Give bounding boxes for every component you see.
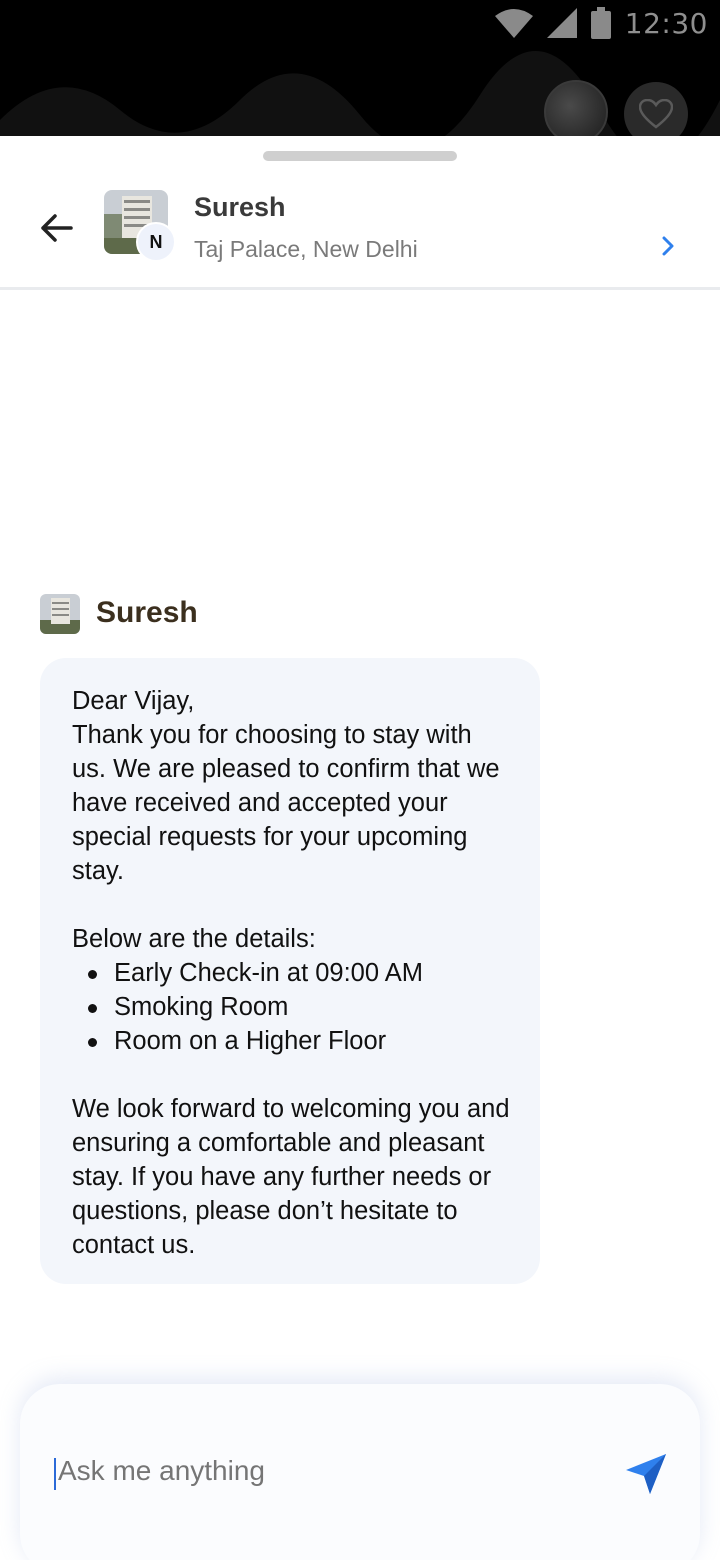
details-list: Early Check-in at 09:00 AM Smoking Room … <box>72 956 510 1058</box>
back-button[interactable] <box>32 204 80 252</box>
chat-header: N Suresh Taj Palace, New Delhi <box>0 176 720 290</box>
back-arrow-icon <box>41 214 73 242</box>
wifi-icon <box>494 9 533 38</box>
heart-icon <box>639 99 673 129</box>
profile-avatar[interactable] <box>544 80 608 136</box>
chevron-right-icon <box>662 236 674 256</box>
details-button[interactable] <box>656 234 680 258</box>
chat-sheet: N Suresh Taj Palace, New Delhi Suresh De… <box>0 136 720 1560</box>
background-foliage <box>0 50 720 136</box>
list-item: Early Check-in at 09:00 AM <box>88 956 510 990</box>
message-bubble: Dear Vijay, Thank you for choosing to st… <box>40 658 540 1284</box>
list-item: Smoking Room <box>88 990 510 1024</box>
message-greeting: Dear Vijay, <box>72 687 195 715</box>
message-input[interactable] <box>58 1455 598 1487</box>
message-sender: Suresh <box>96 596 198 629</box>
message-closing: We look forward to welcoming you and ens… <box>72 1095 510 1259</box>
agent-name: Suresh <box>194 192 286 222</box>
list-item: Room on a Higher Floor <box>88 1024 510 1058</box>
hotel-badge: N <box>136 222 176 262</box>
send-icon <box>626 1454 666 1494</box>
message-details-label: Below are the details: <box>72 925 316 953</box>
status-bar: 12:30 <box>0 0 720 136</box>
signal-icon <box>546 8 577 38</box>
text-caret <box>54 1458 56 1490</box>
sender-avatar <box>40 594 80 634</box>
battery-icon <box>590 7 611 39</box>
hotel-location: Taj Palace, New Delhi <box>194 236 418 262</box>
status-time: 12:30 <box>624 6 708 40</box>
drag-handle[interactable] <box>263 151 457 161</box>
send-button[interactable] <box>620 1448 672 1500</box>
composer <box>20 1384 700 1560</box>
message-intro: Thank you for choosing to stay with us. … <box>72 721 500 885</box>
